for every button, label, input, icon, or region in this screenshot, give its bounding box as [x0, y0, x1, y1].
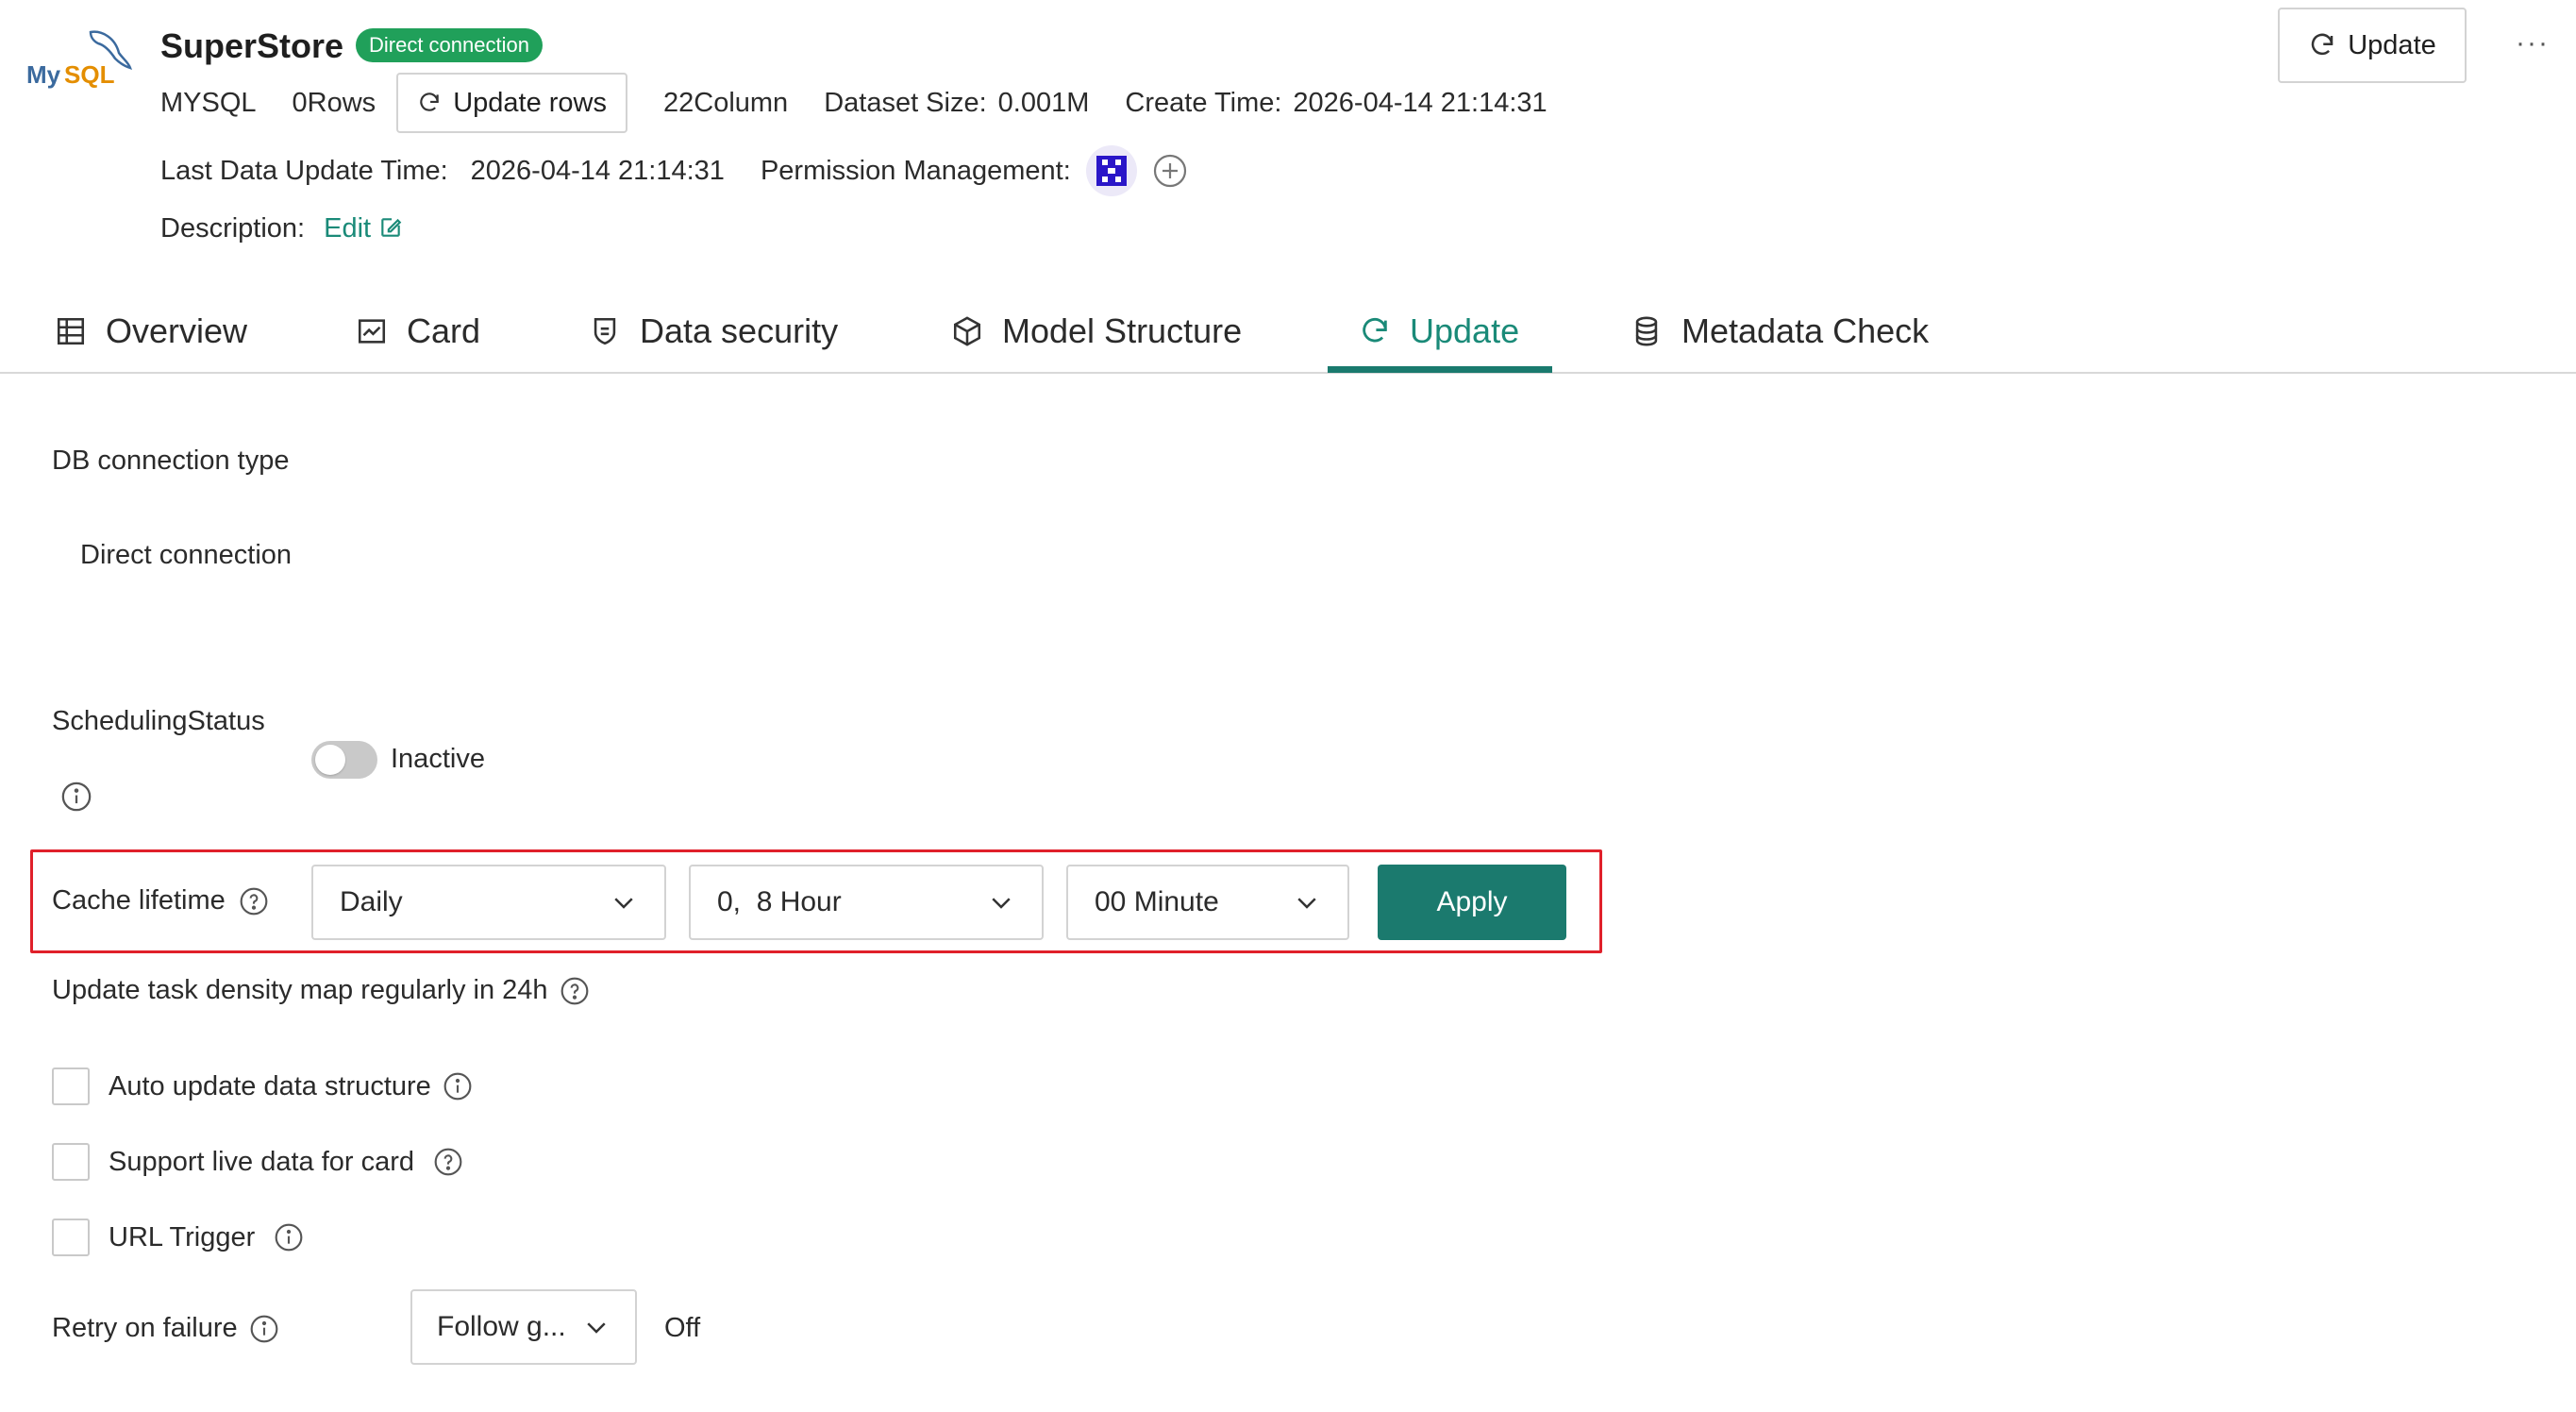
chevron-down-icon: [992, 898, 1011, 909]
refresh-icon: [1363, 318, 1387, 343]
live-data-label: Support live data for card: [109, 1146, 415, 1177]
description-label: Description:: [160, 212, 306, 244]
cube-icon: [953, 316, 981, 346]
edit-label: Edit: [324, 212, 372, 244]
retry-status: Off: [664, 1313, 701, 1343]
scheduling-toggle[interactable]: [311, 741, 377, 779]
auto-update-row: Auto update data structure: [52, 1067, 473, 1105]
update-rows-button[interactable]: Update rows: [396, 73, 627, 133]
auto-update-label: Auto update data structure: [109, 1070, 431, 1101]
url-trigger-label: URL Trigger: [109, 1221, 256, 1252]
scheduling-status-value: Inactive: [391, 744, 485, 774]
db-type: MYSQL: [160, 87, 257, 118]
group-avatar-icon: [1096, 156, 1127, 186]
retry-label-group: Retry on failure: [52, 1313, 279, 1344]
last-update-label: Last Data Update Time:: [160, 155, 448, 186]
select-value: 00 Minute: [1095, 886, 1219, 917]
tab-label: Model Structure: [1002, 311, 1243, 350]
last-update-value: 2026-04-14 21:14:31: [470, 155, 725, 186]
tab-label: Card: [407, 311, 481, 350]
url-trigger-checkbox[interactable]: [52, 1219, 90, 1256]
tab-bar: Overview Card Data security Model Struct…: [0, 289, 2576, 374]
tab-update[interactable]: Update: [1359, 289, 1519, 374]
tab-metadata-check[interactable]: Metadata Check: [1631, 289, 1929, 374]
add-permission-icon[interactable]: [1152, 153, 1188, 189]
row-count: 0Rows: [292, 87, 376, 118]
auto-update-checkbox[interactable]: [52, 1067, 90, 1105]
info-icon[interactable]: [60, 781, 92, 813]
density-map-label[interactable]: Update task density map regularly in 24h: [52, 975, 548, 1006]
update-rows-label: Update rows: [453, 87, 607, 118]
cache-hour-select[interactable]: 0, 8 Hour: [689, 865, 1044, 940]
chevron-down-icon: [1297, 898, 1316, 909]
info-icon[interactable]: [249, 1314, 279, 1344]
logo-text-sql: SQL: [64, 60, 115, 89]
description-row: Description: Edit: [160, 208, 403, 249]
url-trigger-row: URL Trigger: [52, 1219, 304, 1256]
scheduling-status-label: SchedulingStatus: [52, 706, 265, 736]
info-icon[interactable]: [443, 1071, 473, 1101]
dataset-meta-row: MYSQL 0Rows Update rows 22Column Dataset…: [160, 72, 1547, 134]
active-tab-indicator: [1328, 366, 1552, 373]
database-icon: [1635, 316, 1658, 346]
db-connection-type-label: DB connection type: [52, 445, 290, 476]
update-button[interactable]: Update: [2278, 8, 2467, 83]
shield-icon: [594, 317, 616, 345]
create-time-label: Create Time:: [1125, 87, 1282, 118]
chevron-down-icon: [587, 1322, 606, 1334]
live-data-checkbox[interactable]: [52, 1143, 90, 1181]
edit-icon: [381, 217, 402, 237]
tab-model-structure[interactable]: Model Structure: [951, 289, 1242, 374]
more-options-icon[interactable]: ···: [2514, 25, 2551, 62]
info-icon[interactable]: [274, 1222, 304, 1252]
tab-label: Update: [1410, 311, 1520, 350]
help-icon[interactable]: [560, 976, 590, 1006]
dataset-meta-row-2: Last Data Update Time: 2026-04-14 21:14:…: [160, 145, 1188, 196]
dataset-title: SuperStore: [160, 26, 344, 65]
tab-label: Metadata Check: [1681, 311, 1930, 350]
retry-policy-select[interactable]: Follow g...: [410, 1289, 637, 1365]
logo-text-my: My: [26, 60, 61, 89]
db-connection-type-value: Direct connection: [80, 540, 293, 570]
refresh-icon: [420, 92, 439, 111]
tab-overview[interactable]: Overview: [55, 289, 247, 374]
cache-minute-select[interactable]: 00 Minute: [1066, 865, 1349, 940]
permission-avatar[interactable]: [1085, 145, 1137, 196]
chart-card-icon: [358, 319, 386, 344]
mysql-logo: My SQL: [25, 25, 138, 100]
refresh-icon: [2311, 33, 2333, 56]
permission-label: Permission Management:: [760, 155, 1071, 186]
chevron-down-icon: [614, 898, 633, 909]
cache-lifetime-label-group: Cache lifetime: [52, 885, 269, 916]
tab-card[interactable]: Card: [356, 289, 480, 374]
tab-label: Overview: [106, 311, 248, 350]
connection-badge: Direct connection: [356, 28, 543, 62]
live-data-row: Support live data for card: [52, 1143, 463, 1181]
help-icon[interactable]: [239, 886, 269, 916]
cache-lifetime-label: Cache lifetime: [52, 885, 226, 916]
create-time-value: 2026-04-14 21:14:31: [1293, 87, 1547, 118]
tab-label: Data security: [640, 311, 839, 350]
column-count: 22Column: [663, 87, 789, 118]
description-edit-link[interactable]: Edit: [324, 213, 403, 244]
table-icon: [57, 317, 85, 345]
cache-frequency-select[interactable]: Daily: [311, 865, 666, 940]
update-button-label: Update: [2348, 29, 2436, 60]
select-value: Daily: [340, 886, 403, 917]
dataset-size-label: Dataset Size:: [824, 87, 987, 118]
select-value: 0, 8 Hour: [717, 886, 842, 917]
apply-button[interactable]: Apply: [1378, 865, 1566, 940]
tab-data-security[interactable]: Data security: [589, 289, 838, 374]
density-map-row: Update task density map regularly in 24h: [52, 975, 590, 1006]
help-icon[interactable]: [433, 1147, 463, 1177]
toggle-knob: [315, 745, 345, 775]
dataset-size-value: 0.001M: [997, 87, 1090, 118]
retry-label: Retry on failure: [52, 1313, 238, 1343]
select-value: Follow g...: [437, 1311, 566, 1342]
